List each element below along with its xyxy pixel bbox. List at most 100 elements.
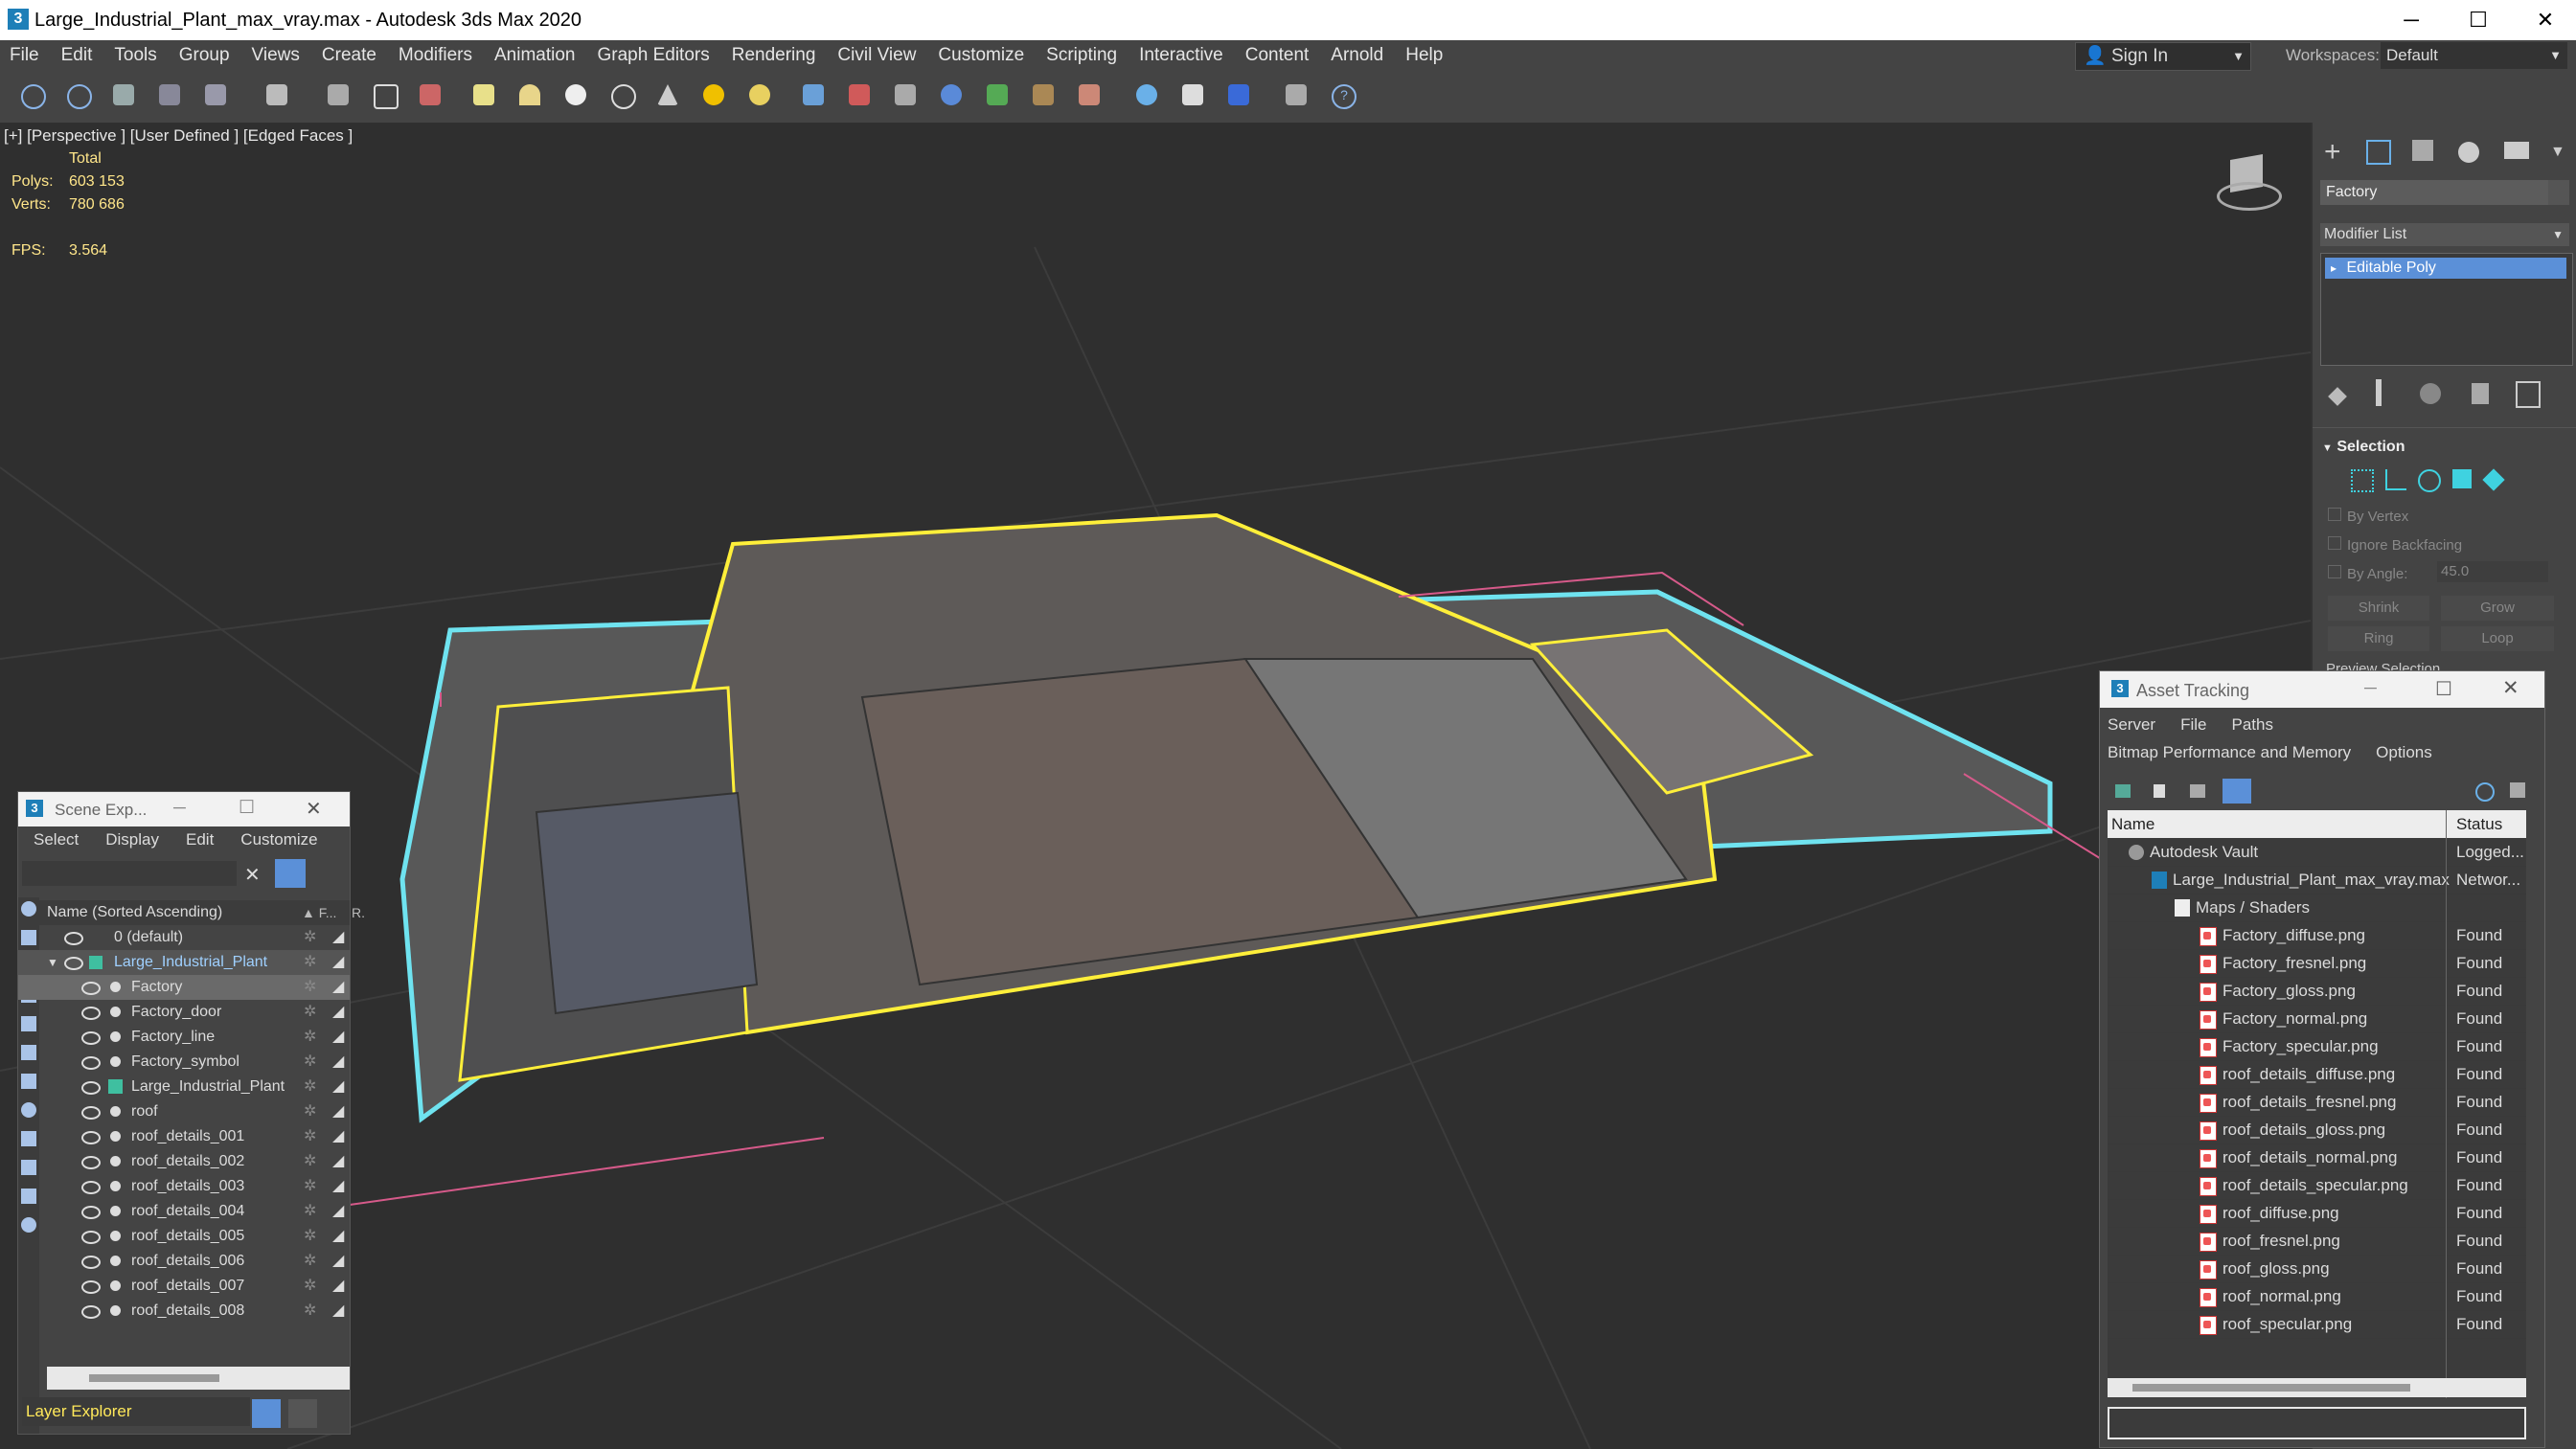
- edge-level-icon[interactable]: [2385, 469, 2406, 490]
- table-icon[interactable]: [2190, 784, 2205, 798]
- viewport-label[interactable]: [+] [Perspective ] [User Defined ] [Edge…: [4, 126, 353, 146]
- visibility-eye-icon[interactable]: [81, 1156, 101, 1169]
- render-icon[interactable]: ◢: [332, 1000, 344, 1025]
- curve-editor-icon[interactable]: [1033, 84, 1054, 105]
- visibility-eye-icon[interactable]: [81, 1231, 101, 1244]
- menu-edit[interactable]: Edit: [186, 830, 214, 849]
- freeze-icon[interactable]: ✲: [304, 1099, 316, 1124]
- freeze-icon[interactable]: ✲: [304, 950, 316, 975]
- link-icon[interactable]: [113, 84, 134, 105]
- select-object-icon[interactable]: [328, 84, 349, 105]
- freeze-icon[interactable]: ✲: [304, 1149, 316, 1174]
- dome-icon[interactable]: [519, 84, 540, 105]
- object-row[interactable]: Large_Industrial_Plant ✲ ◢: [18, 1075, 350, 1099]
- map-row[interactable]: roof_details_fresnel.png Found: [2108, 1088, 2526, 1117]
- object-row[interactable]: roof_details_007 ✲ ◢: [18, 1274, 350, 1299]
- map-row[interactable]: roof_diffuse.png Found: [2108, 1199, 2526, 1228]
- element-level-icon[interactable]: [2482, 468, 2505, 491]
- visibility-eye-icon[interactable]: [81, 1256, 101, 1269]
- menu-file[interactable]: File: [2180, 715, 2206, 735]
- object-row[interactable]: Factory_door ✲ ◢: [18, 1000, 350, 1025]
- hierarchy-tab-icon[interactable]: [2412, 140, 2433, 161]
- freeze-icon[interactable]: ✲: [304, 1174, 316, 1199]
- render-icon[interactable]: ◢: [332, 1050, 344, 1075]
- light-icon[interactable]: [703, 84, 724, 105]
- sphere-icon[interactable]: [565, 84, 586, 105]
- expand-arrow-icon[interactable]: ▸: [2331, 261, 2337, 275]
- refresh-icon[interactable]: [2510, 782, 2525, 798]
- map-row[interactable]: Factory_fresnel.png Found: [2108, 949, 2526, 978]
- minimize-button[interactable]: ─: [2364, 678, 2377, 698]
- object-row[interactable]: Factory ✲ ◢: [18, 975, 350, 1000]
- modifier-list-dropdown[interactable]: Modifier List ▼: [2320, 223, 2569, 246]
- menu-create[interactable]: Create: [322, 45, 376, 66]
- render-setup-icon[interactable]: [1136, 84, 1157, 105]
- explorer-type-dropdown[interactable]: Layer Explorer: [22, 1397, 250, 1426]
- menu-civil-view[interactable]: Civil View: [837, 45, 916, 66]
- menu-scripting[interactable]: Scripting: [1046, 45, 1117, 66]
- column-f-header[interactable]: ▲ F...: [302, 900, 336, 925]
- vertex-level-icon[interactable]: [2351, 469, 2374, 492]
- map-row[interactable]: roof_details_diffuse.png Found: [2108, 1060, 2526, 1089]
- visibility-eye-icon[interactable]: [81, 1056, 101, 1070]
- visibility-eye-icon[interactable]: [64, 957, 83, 970]
- pin-stack-icon[interactable]: [2328, 387, 2347, 406]
- filter-icon[interactable]: [275, 859, 306, 888]
- freeze-icon[interactable]: ✲: [304, 925, 316, 950]
- menu-graph-editors[interactable]: Graph Editors: [598, 45, 710, 66]
- visibility-eye-icon[interactable]: [81, 1031, 101, 1045]
- menu-bitmap-performance[interactable]: Bitmap Performance and Memory: [2108, 743, 2351, 762]
- object-color-swatch[interactable]: [2548, 180, 2569, 205]
- selection-filter-icon[interactable]: [266, 84, 287, 105]
- render-icon[interactable]: ◢: [332, 1149, 344, 1174]
- help-icon[interactable]: ?: [1332, 84, 1356, 109]
- render-icon[interactable]: ◢: [332, 1224, 344, 1249]
- render-icon[interactable]: ◢: [332, 1099, 344, 1124]
- minimize-button[interactable]: ─: [173, 798, 186, 818]
- viewcube-icon[interactable]: [2213, 153, 2282, 211]
- object-row[interactable]: Factory_symbol ✲ ◢: [18, 1050, 350, 1075]
- freeze-icon[interactable]: ✲: [304, 975, 316, 1000]
- asset-tracking-titlebar[interactable]: 3 Asset Tracking ─ ☐ ✕: [2100, 671, 2544, 708]
- render-icon[interactable]: ◢: [332, 1199, 344, 1224]
- by-angle-checkbox[interactable]: By Angle:: [2328, 565, 2407, 582]
- redo-icon[interactable]: [67, 84, 92, 109]
- show-end-result-icon[interactable]: [2376, 379, 2382, 406]
- grow-button[interactable]: Grow: [2441, 596, 2554, 621]
- select-rotate-icon[interactable]: [374, 84, 399, 109]
- object-row[interactable]: roof ✲ ◢: [18, 1099, 350, 1124]
- maximize-button[interactable]: ☐: [239, 797, 255, 819]
- menu-customize[interactable]: Customize: [938, 45, 1024, 66]
- render-icon[interactable]: ◢: [332, 1174, 344, 1199]
- close-button[interactable]: ✕: [306, 797, 322, 821]
- freeze-icon[interactable]: ✲: [304, 1224, 316, 1249]
- display-tab-icon[interactable]: [2504, 142, 2529, 159]
- render-icon[interactable]: ◢: [332, 950, 344, 975]
- menu-animation[interactable]: Animation: [494, 45, 576, 66]
- map-row[interactable]: Factory_specular.png Found: [2108, 1032, 2526, 1061]
- freeze-icon[interactable]: ✲: [304, 1025, 316, 1050]
- map-row[interactable]: Factory_gloss.png Found: [2108, 977, 2526, 1006]
- menu-server[interactable]: Server: [2108, 715, 2155, 735]
- angle-spinner[interactable]: 45.0: [2437, 561, 2548, 582]
- map-row[interactable]: roof_details_gloss.png Found: [2108, 1116, 2526, 1144]
- scrollbar-thumb[interactable]: [2132, 1384, 2410, 1392]
- column-name-header[interactable]: Name (Sorted Ascending): [47, 904, 222, 920]
- menu-views[interactable]: Views: [252, 45, 300, 66]
- render-in-cloud-icon[interactable]: [1286, 84, 1307, 105]
- visibility-eye-icon[interactable]: [81, 982, 101, 995]
- close-button[interactable]: ✕: [2512, 0, 2576, 40]
- tree-view-icon[interactable]: [2223, 779, 2251, 804]
- create-tab-icon[interactable]: +: [2324, 136, 2341, 169]
- vault-icon[interactable]: [2115, 784, 2131, 798]
- object-row[interactable]: roof_details_001 ✲ ◢: [18, 1124, 350, 1149]
- list-icon[interactable]: [2154, 784, 2165, 798]
- freeze-icon[interactable]: ✲: [304, 1274, 316, 1299]
- render-icon[interactable]: ◢: [332, 1075, 344, 1099]
- maximize-button[interactable]: ☐: [2435, 677, 2452, 701]
- selection-rollout-title[interactable]: ▼ Selection: [2322, 439, 2405, 456]
- unlink-icon[interactable]: [159, 84, 180, 105]
- layer-explorer-icon[interactable]: [252, 1399, 281, 1428]
- polygon-level-icon[interactable]: [2452, 469, 2472, 488]
- object-row[interactable]: Factory_line ✲ ◢: [18, 1025, 350, 1050]
